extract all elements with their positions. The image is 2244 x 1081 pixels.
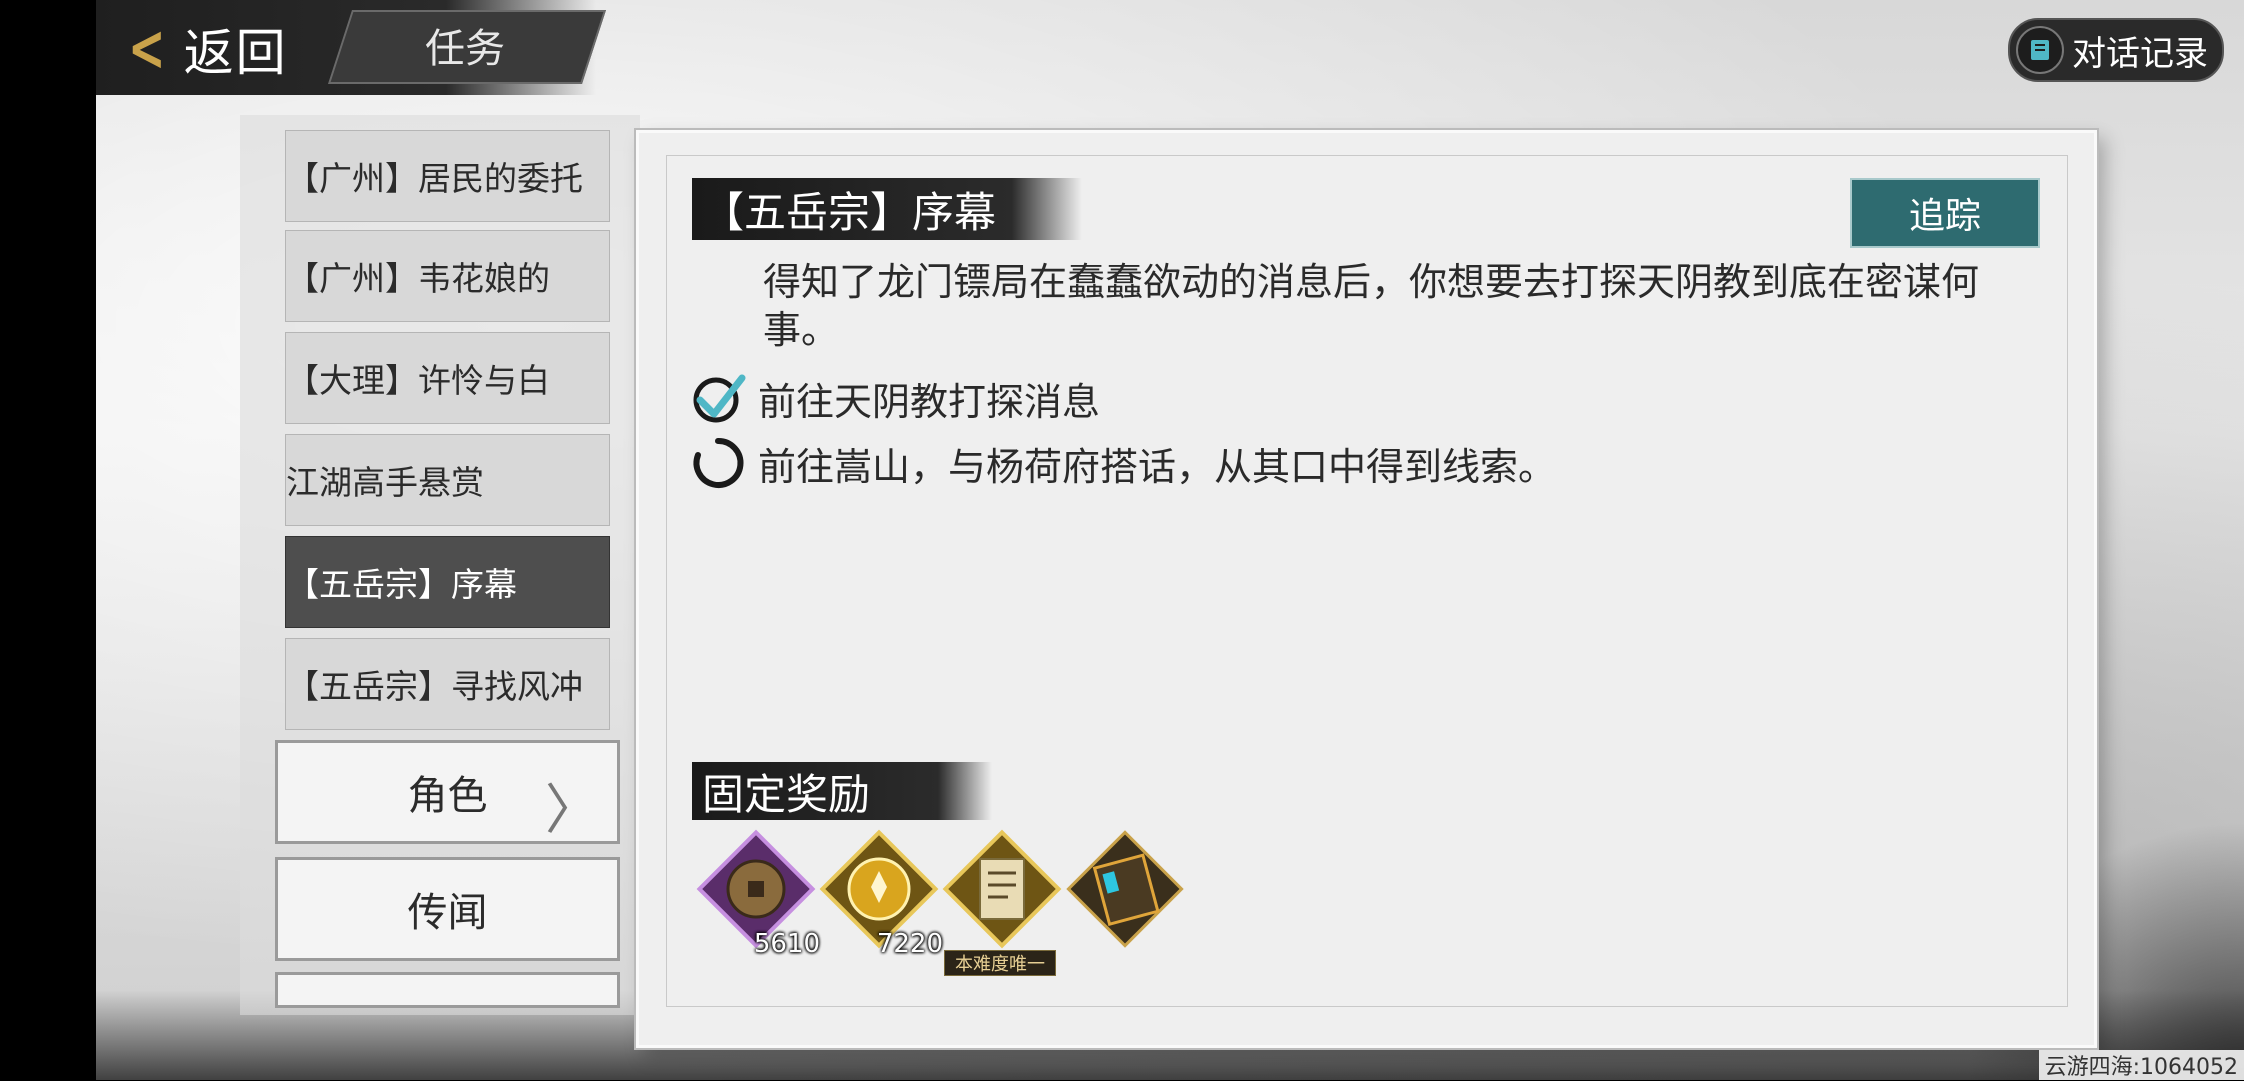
rewards-title-banner: 固定奖励 <box>692 762 992 820</box>
objective-item-done: 前往天阴教打探消息 <box>690 370 1100 426</box>
progress-ring-icon <box>693 437 744 488</box>
rumor-label: 传闻 <box>407 890 488 936</box>
quest-item-label: 【广州】居民的委托 <box>286 159 583 198</box>
watermark: 云游四海:1064052 <box>2038 1050 2244 1080</box>
checkmark-icon <box>693 374 746 423</box>
back-button[interactable]: < 返回 <box>120 8 320 90</box>
reward-item[interactable] <box>938 825 1066 953</box>
scroll-item-icon <box>942 829 1062 949</box>
rewards-title: 固定奖励 <box>702 769 871 819</box>
reward-count: 5610 <box>753 929 820 959</box>
quest-title-banner: 【五岳宗】序幕 <box>692 178 1082 240</box>
quest-item-label: 【五岳宗】序幕 <box>286 565 517 604</box>
role-label: 角色 <box>407 773 488 819</box>
quest-list-item[interactable]: 【广州】居民的委托 <box>285 130 610 222</box>
reward-item[interactable]: 7220 <box>815 825 943 959</box>
quest-list-item[interactable]: 江湖高手悬赏 <box>285 434 610 526</box>
quest-item-label: 江湖高手悬赏 <box>286 463 484 502</box>
quest-list-item-selected[interactable]: 【五岳宗】序幕 <box>285 536 610 628</box>
quest-description: 得知了龙门镖局在蠢蠢欲动的消息后，你想要去打探天阴教到底在密谋何事。 <box>763 260 1980 352</box>
reward-count: 7220 <box>876 929 943 959</box>
back-chevron-icon: < <box>128 12 166 86</box>
chevron-right-icon: 〉 <box>545 778 599 841</box>
quest-item-label: 【广州】韦花娘的 <box>286 259 550 298</box>
quest-title: 【五岳宗】序幕 <box>702 187 997 237</box>
unique-reward-tag: 本难度唯一 <box>944 950 1056 976</box>
dialog-log-label: 对话记录 <box>2072 33 2208 74</box>
reward-item[interactable]: 5610 <box>692 825 820 959</box>
objective-text: 前往天阴教打探消息 <box>758 379 1101 424</box>
track-button[interactable]: 追踪 <box>1850 178 2040 248</box>
tab-task[interactable]: 任务 <box>340 10 590 80</box>
quest-list-item[interactable]: 【广州】韦花娘的 <box>285 230 610 322</box>
quest-item-label: 【大理】许怜与白 <box>286 361 550 400</box>
quest-list-item[interactable]: 【五岳宗】寻找风冲 <box>285 638 610 730</box>
dialog-log-button[interactable]: 对话记录 <box>2008 18 2224 82</box>
book-item-icon <box>1066 830 1184 948</box>
back-label: 返回 <box>183 24 288 82</box>
quest-list-item[interactable]: 【大理】许怜与白 <box>285 332 610 424</box>
role-button[interactable]: 角色 〉 <box>275 740 620 844</box>
quest-item-label: 【五岳宗】寻找风冲 <box>286 667 583 706</box>
book-icon <box>2016 26 2064 74</box>
objective-text: 前往嵩山，与杨荷府搭话，从其口中得到线索。 <box>758 444 1557 489</box>
objective-item-in-progress: 前往嵩山，与杨荷府搭话，从其口中得到线索。 <box>690 435 1556 491</box>
rumor-button[interactable]: 传闻 <box>275 857 620 961</box>
reward-item[interactable] <box>1061 825 1189 953</box>
side-button-partial[interactable] <box>275 972 620 1008</box>
